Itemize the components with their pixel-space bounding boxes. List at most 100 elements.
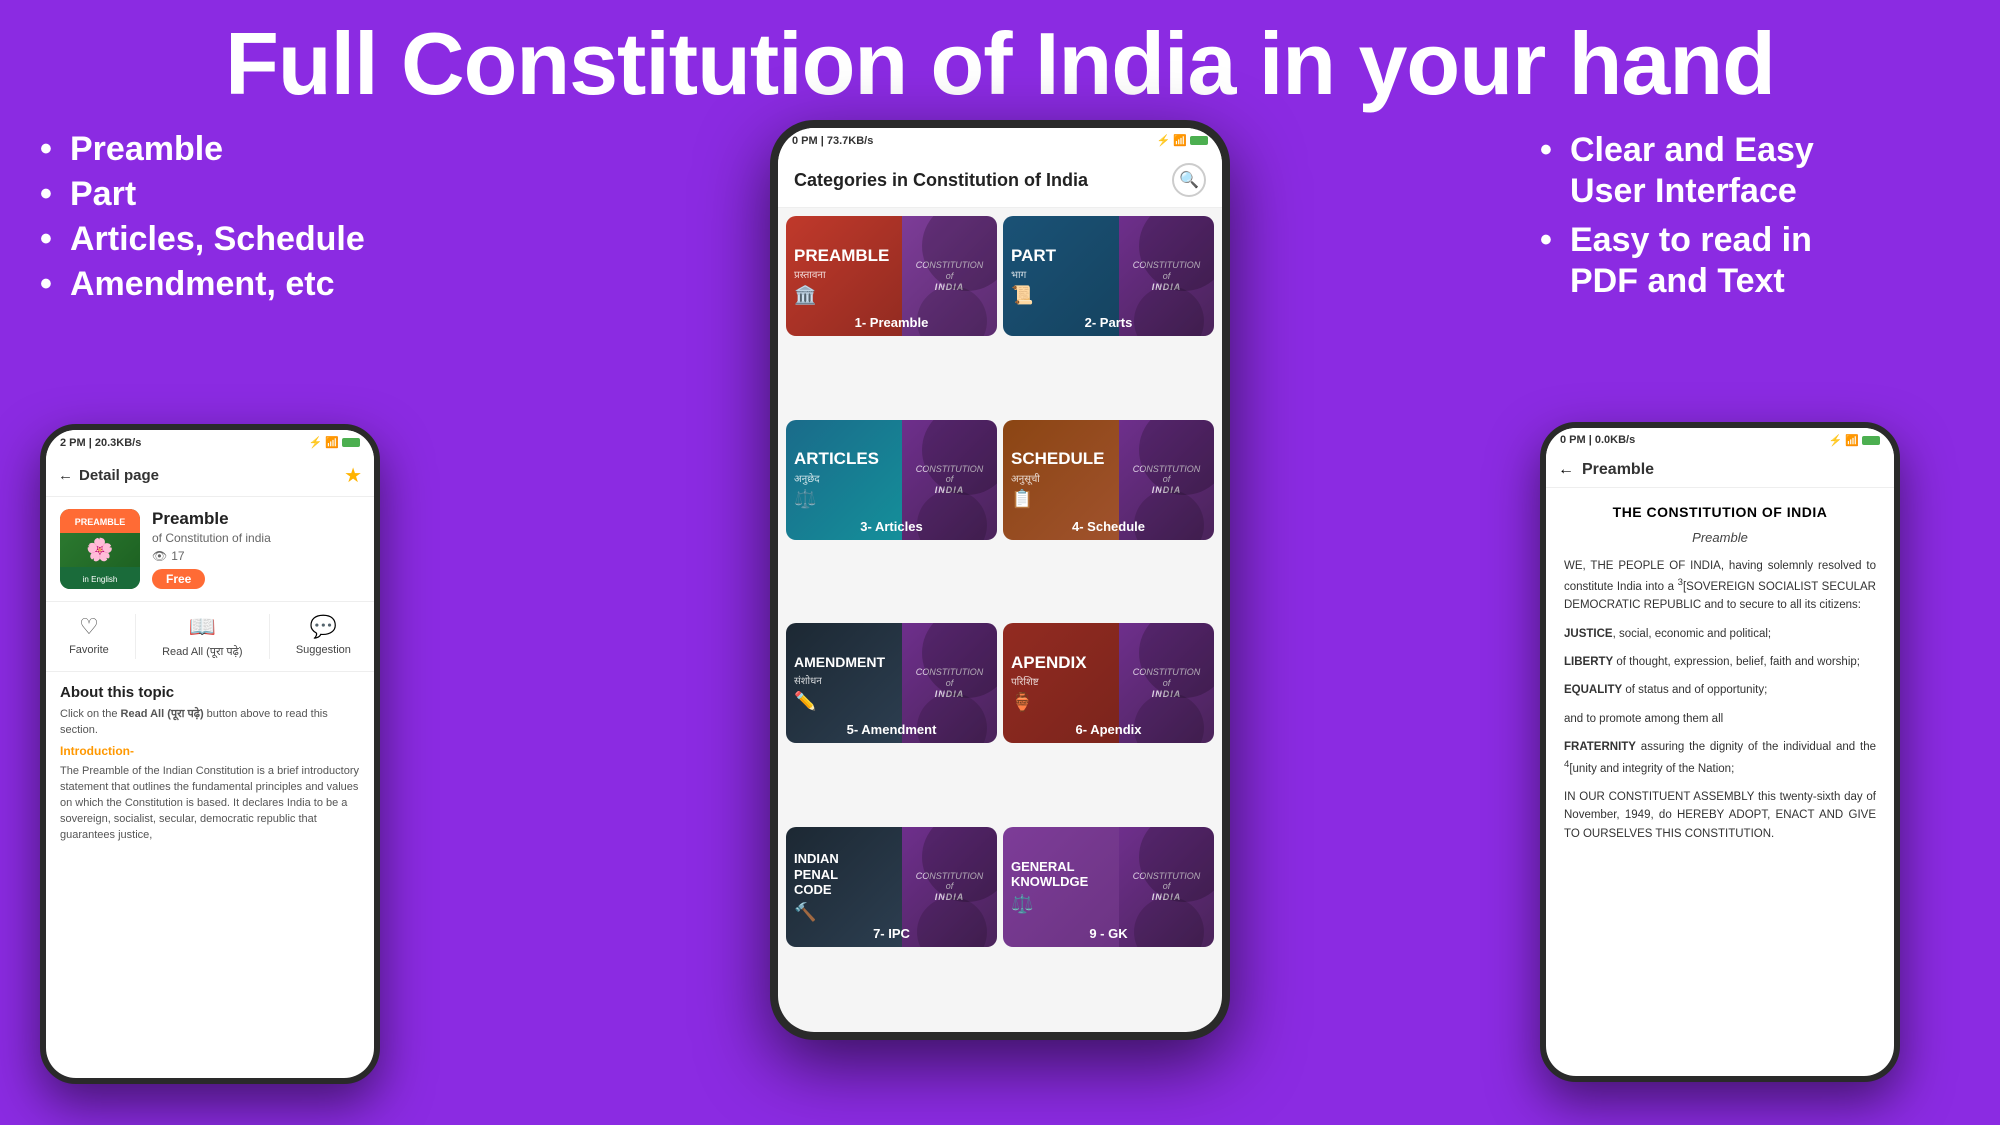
view-count: 17 <box>171 549 184 563</box>
right-bullet-list: Clear and EasyUser Interface Easy to rea… <box>1540 130 1960 301</box>
right-bluetooth-icon: ⚡ <box>1829 434 1843 447</box>
articles-card-title: ARTICLES <box>794 450 894 469</box>
category-gk[interactable]: GENERALKNOWLDGE ⚖️ CONSTITUTION of INDIA <box>1003 827 1214 947</box>
apendix-number: 6- Apendix <box>1003 722 1214 737</box>
back-arrow-icon[interactable]: ← <box>58 467 73 484</box>
center-signal-icon: 📶 <box>1173 134 1187 147</box>
back-nav[interactable]: ← Detail page <box>58 467 159 484</box>
parts-number: 2- Parts <box>1003 315 1214 330</box>
apendix-card-subtitle: परिशिष्ट <box>1011 674 1111 688</box>
free-badge[interactable]: Free <box>152 569 205 589</box>
amendment-emblem: ✏️ <box>794 691 894 712</box>
battery-icon <box>342 438 360 447</box>
right-battery-icon <box>1862 436 1880 445</box>
action-buttons: ♡ Favorite 📖 Read All (पूरा पढ़े) 💬 Sugg… <box>46 602 374 672</box>
signal-icon: 📶 <box>325 436 339 449</box>
articles-emblem: ⚖️ <box>794 489 894 510</box>
thumb-title-text: PREAMBLE <box>75 517 126 527</box>
categories-grid[interactable]: PREAMBLE प्रस्तावना 🏛️ CONSTITUTION of <box>778 208 1222 1032</box>
reader-para-2: JUSTICE, social, economic and political; <box>1564 625 1876 643</box>
category-apendix[interactable]: APENDIX परिशिष्ट 🏺 CONSTITUTION of <box>1003 623 1214 743</box>
detail-page-title: Detail page <box>79 467 159 484</box>
detail-phone-inner: 2 PM | 20.3KB/s ⚡ 📶 ← Detail page <box>46 430 374 1078</box>
ipc-number: 7- IPC <box>786 926 997 941</box>
schedule-emblem: 📋 <box>1011 489 1111 510</box>
about-body: The Preamble of the Indian Constitution … <box>60 764 360 844</box>
read-all-button[interactable]: 📖 Read All (पूरा पढ़े) <box>162 614 242 659</box>
favorite-button[interactable]: ♡ Favorite <box>69 614 109 659</box>
about-text: Click on the Read All (पूरा पढ़े) button… <box>60 707 360 738</box>
read-all-label: Read All (पूरा पढ़े) <box>162 644 242 659</box>
reader-main-title: THE CONSTITUTION OF INDIA <box>1564 504 1876 520</box>
gk-emblem: ⚖️ <box>1011 894 1111 915</box>
preamble-title: Preamble <box>152 509 360 529</box>
intro-label: Introduction- <box>60 744 360 758</box>
center-battery-icon <box>1190 136 1208 145</box>
eye-icon: 👁 <box>152 549 167 563</box>
category-schedule[interactable]: SCHEDULE अनुसूची 📋 CONSTITUTION of <box>1003 420 1214 540</box>
center-phone-wrapper: 0 PM | 73.7KB/s ⚡ 📶 Categories in Consti… <box>770 120 1230 1040</box>
reader-phone-inner: 0 PM | 0.0KB/s ⚡ 📶 ← Preamble <box>1546 428 1894 1076</box>
ipc-emblem: 🔨 <box>794 902 894 923</box>
search-button[interactable]: 🔍 <box>1172 163 1206 197</box>
main-layout: Preamble Part Articles, Schedule Amendme… <box>0 130 2000 1084</box>
category-amendment[interactable]: AMENDMENT संशोधन ✏️ CONSTITUTION of <box>786 623 997 743</box>
thumb-bottom: in English <box>60 567 140 589</box>
reader-app-bar[interactable]: ← Preamble <box>1546 453 1894 488</box>
preamble-thumbnail: PREAMBLE 🌸 in English <box>60 509 140 589</box>
category-articles[interactable]: ARTICLES अनुछेद ⚖️ CONSTITUTION of <box>786 420 997 540</box>
amendment-card-title: AMENDMENT <box>794 655 894 670</box>
left-status-icons: ⚡ 📶 <box>309 436 360 449</box>
reader-back-arrow-icon[interactable]: ← <box>1558 461 1574 479</box>
bullet-preamble: Preamble <box>40 130 460 169</box>
chat-icon: 💬 <box>310 614 337 640</box>
detail-app-bar[interactable]: ← Detail page ★ <box>46 455 374 497</box>
left-status-bar: 2 PM | 20.3KB/s ⚡ 📶 <box>46 430 374 455</box>
reader-para-3: LIBERTY of thought, expression, belief, … <box>1564 653 1876 671</box>
suggestion-button[interactable]: 💬 Suggestion <box>296 614 351 659</box>
reader-title: Preamble <box>1582 461 1654 479</box>
center-status-time: 0 PM | 73.7KB/s <box>792 135 873 147</box>
categories-app-bar: Categories in Constitution of India 🔍 <box>778 153 1222 208</box>
apendix-card-title: APENDIX <box>1011 654 1111 673</box>
preamble-card-title: PREAMBLE <box>794 247 894 266</box>
bullet-articles: Articles, Schedule <box>40 220 460 259</box>
suggestion-label: Suggestion <box>296 644 351 656</box>
reader-content: THE CONSTITUTION OF INDIA Preamble WE, T… <box>1546 488 1894 1076</box>
ipc-card-title: INDIANPENALCODE <box>794 851 894 898</box>
reader-para-6: FRATERNITY assuring the dignity of the i… <box>1564 738 1876 778</box>
gk-card-title: GENERALKNOWLDGE <box>1011 859 1111 890</box>
preamble-card-subtitle: प्रस्तावना <box>794 267 894 281</box>
bullet-part: Part <box>40 175 460 214</box>
bluetooth-icon: ⚡ <box>309 436 323 449</box>
center-status-icons: ⚡ 📶 <box>1157 134 1208 147</box>
divider-2 <box>269 614 270 659</box>
schedule-card-title: SCHEDULE <box>1011 450 1111 469</box>
preamble-info: Preamble of Constitution of india 👁 17 F… <box>152 509 360 589</box>
preamble-subtitle: of Constitution of india <box>152 531 360 545</box>
parts-emblem: 📜 <box>1011 285 1111 306</box>
right-status-time: 0 PM | 0.0KB/s <box>1560 434 1635 446</box>
right-signal-icon: 📶 <box>1845 434 1859 447</box>
category-parts[interactable]: PART भाग 📜 CONSTITUTION of INDIA <box>1003 216 1214 336</box>
center-bluetooth-icon: ⚡ <box>1157 134 1171 147</box>
preamble-views: 👁 17 <box>152 549 360 563</box>
header: Full Constitution of India in your hand <box>0 0 2000 120</box>
center-status-bar: 0 PM | 73.7KB/s ⚡ 📶 <box>778 128 1222 153</box>
gk-number: 9 - GK <box>1003 926 1214 941</box>
right-status-icons: ⚡ 📶 <box>1829 434 1880 447</box>
categories-phone: 0 PM | 73.7KB/s ⚡ 📶 Categories in Consti… <box>770 120 1230 1040</box>
parts-card-subtitle: भाग <box>1011 267 1111 281</box>
left-bullet-list: Preamble Part Articles, Schedule Amendme… <box>40 130 460 304</box>
apendix-emblem: 🏺 <box>1011 692 1111 713</box>
thumb-emblem: 🌸 <box>86 533 113 567</box>
reader-phone: 0 PM | 0.0KB/s ⚡ 📶 ← Preamble <box>1540 422 1900 1082</box>
category-preamble[interactable]: PREAMBLE प्रस्तावना 🏛️ CONSTITUTION of <box>786 216 997 336</box>
amendment-number: 5- Amendment <box>786 722 997 737</box>
category-ipc[interactable]: INDIANPENALCODE 🔨 CONSTITUTION of INDIA <box>786 827 997 947</box>
categories-title: Categories in Constitution of India <box>794 170 1088 191</box>
bullet-easy-read: Easy to read inPDF and Text <box>1540 220 1960 302</box>
favorite-star-icon[interactable]: ★ <box>344 463 362 488</box>
main-title: Full Constitution of India in your hand <box>20 18 1980 110</box>
bullet-amendment: Amendment, etc <box>40 265 460 304</box>
